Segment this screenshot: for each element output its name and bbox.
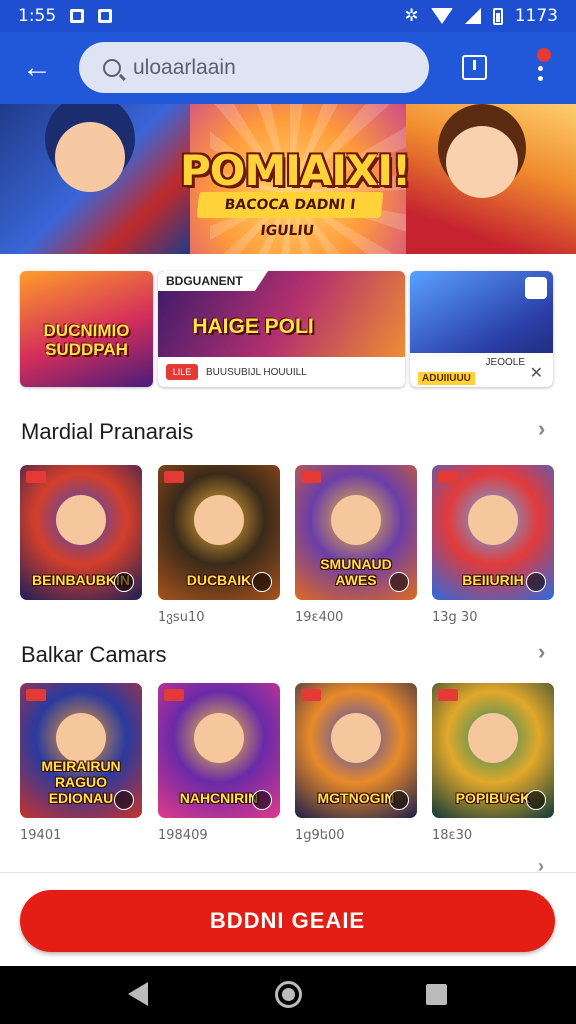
game-subtitle: 1ვsu10	[158, 610, 205, 625]
section-title: Mardial Pranarais	[21, 419, 194, 444]
play-icon[interactable]	[114, 790, 134, 810]
character-face	[56, 713, 106, 763]
nav-back-icon[interactable]	[128, 982, 148, 1006]
notification-icon-2	[98, 9, 113, 23]
play-icon[interactable]	[252, 790, 272, 810]
more-menu-icon[interactable]	[534, 48, 551, 92]
nav-home-icon[interactable]	[275, 981, 302, 1008]
game-subtitle: 13g 30	[432, 610, 478, 625]
nav-recents-icon[interactable]	[426, 984, 447, 1005]
game-tile[interactable]: BEIIURIH	[432, 465, 554, 600]
game-tag	[26, 471, 46, 483]
game-tag	[164, 471, 184, 483]
wifi-icon	[430, 8, 453, 24]
notification-icon	[70, 9, 85, 23]
promo-row: DUCNIMIO SUDDPAH BDGUANENT HAIGE POLI LI…	[20, 271, 576, 389]
hero-character-right	[406, 104, 576, 254]
promo-caption: JEOOLE	[485, 357, 525, 368]
hero-banner[interactable]: POMIAIXI! BACOCA DADNI I IGULIU	[0, 104, 576, 254]
divider	[0, 872, 576, 882]
promo-card-title: DUCNIMIO SUDDPAH	[43, 321, 130, 359]
play-icon[interactable]	[389, 572, 409, 592]
bluetooth-icon: ✲	[404, 6, 419, 26]
character-face	[56, 495, 106, 545]
game-tag	[301, 689, 321, 701]
promo-chip: ADUIIUUU	[418, 372, 475, 385]
search-icon	[103, 58, 121, 77]
notification-badge	[537, 48, 551, 62]
promo-card-3[interactable]: JEOOLE ADUIIUUU ✕	[410, 271, 553, 387]
section-title: Balkar Camars	[21, 642, 167, 667]
play-icon[interactable]	[389, 790, 409, 810]
play-icon[interactable]	[252, 572, 272, 592]
game-tag	[301, 471, 321, 483]
back-arrow-icon[interactable]: ←	[22, 53, 52, 84]
status-bar: 1:55 ✲ 1173	[0, 0, 576, 32]
promo-caption: BUUSUBIJL HOUUILL	[206, 366, 307, 378]
promo-card-tag: BDGUANENT	[158, 271, 268, 291]
share-icon[interactable]	[525, 277, 547, 299]
chevron-right-icon[interactable]: ›	[538, 639, 545, 665]
play-icon[interactable]	[114, 572, 134, 592]
character-face	[468, 495, 518, 545]
game-tag	[438, 689, 458, 701]
status-battery-text: 1173	[514, 6, 558, 26]
game-subtitle: 19401	[20, 828, 62, 843]
game-tag	[164, 689, 184, 701]
game-tile[interactable]: DUCBAIK	[158, 465, 280, 600]
character-face	[468, 713, 518, 763]
promo-chip: LILE	[166, 364, 198, 380]
character-face	[331, 495, 381, 545]
promo-card-title: HAIGE POLI	[192, 315, 314, 338]
character-face	[331, 713, 381, 763]
status-time: 1:55	[18, 6, 57, 26]
promo-card-1[interactable]: DUCNIMIO SUDDPAH	[20, 271, 153, 387]
game-tile[interactable]: MEIRAIRUN RAGUO EDIONAU	[20, 683, 142, 818]
battery-icon	[492, 7, 503, 25]
game-tile[interactable]: BEINBAUBKIN	[20, 465, 142, 600]
play-icon[interactable]	[526, 790, 546, 810]
bookmark-icon[interactable]	[462, 55, 487, 80]
promo-card-2[interactable]: BDGUANENT HAIGE POLI LILE BUUSUBIJL HOUU…	[158, 271, 405, 387]
hero-title: POMIAIXI!	[180, 146, 411, 195]
play-icon[interactable]	[526, 572, 546, 592]
game-subtitle: 19ԑ400	[295, 610, 344, 625]
chevron-right-icon[interactable]: ›	[538, 416, 545, 442]
search-input[interactable]: uloaarlaain	[79, 42, 429, 93]
hero-subtitle: BACOCA DADNI I IGULIU	[196, 192, 384, 239]
game-tile[interactable]: NAHCNIRIN	[158, 683, 280, 818]
primary-cta-button[interactable]: BDDNI GEAIE	[20, 890, 555, 952]
game-tile[interactable]: SMUNAUD AWES	[295, 465, 417, 600]
signal-icon	[464, 8, 481, 24]
game-tag	[26, 689, 46, 701]
search-placeholder: uloaarlaain	[133, 55, 236, 79]
game-subtitle: 18ԑ30	[432, 828, 473, 843]
character-face	[194, 495, 244, 545]
game-subtitle: 198409	[158, 828, 208, 843]
hero-character-left	[0, 104, 190, 254]
character-face	[194, 713, 244, 763]
game-subtitle: 1ց9ե00	[295, 828, 345, 843]
system-nav-bar	[0, 966, 576, 1024]
app-bar: ← uloaarlaain	[0, 32, 576, 104]
close-icon[interactable]: ✕	[530, 363, 543, 383]
game-tile[interactable]: POPIBUGK	[432, 683, 554, 818]
game-tag	[438, 471, 458, 483]
game-tile[interactable]: MGTNOGIN	[295, 683, 417, 818]
